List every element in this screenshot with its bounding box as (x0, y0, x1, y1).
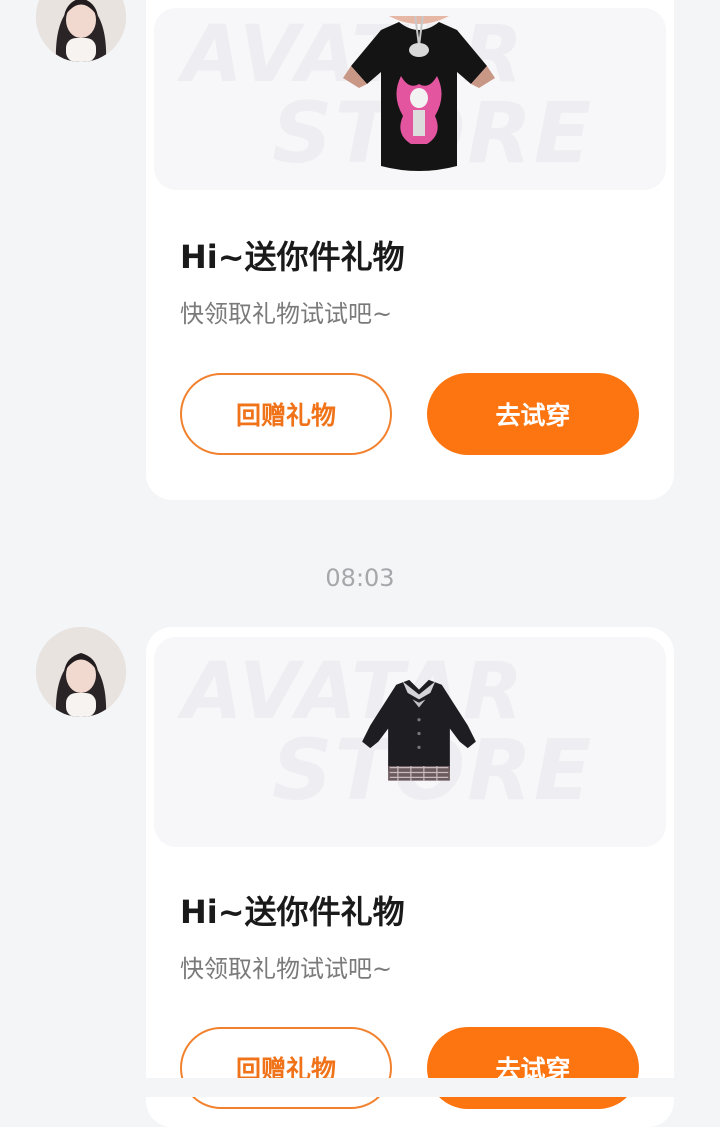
sender-avatar[interactable] (36, 0, 126, 62)
gift-message-card: AVATAR STORE Hi~送你件礼物 快领取礼物试试吧~ 回赠礼物 去试穿 (146, 0, 674, 500)
avatar-image (36, 0, 126, 62)
avatar-image (36, 627, 126, 717)
gift-subtitle: 快领取礼物试试吧~ (180, 300, 393, 328)
jacket-icon (362, 679, 476, 781)
gift-banner: AVATAR STORE (154, 8, 666, 190)
gift-subtitle: 快领取礼物试试吧~ (180, 955, 393, 983)
bottom-edge (0, 1078, 720, 1097)
try-on-button[interactable]: 去试穿 (427, 373, 639, 455)
message-timestamp: 08:03 (325, 564, 395, 592)
gift-back-button[interactable]: 回赠礼物 (180, 373, 392, 455)
sender-avatar[interactable] (36, 627, 126, 717)
gift-message-card: AVATAR STORE Hi~送你件礼物 快领取礼物试试吧~ 回赠礼物 去试穿 (146, 627, 674, 1127)
tshirt-icon (343, 16, 495, 171)
gift-title: Hi~送你件礼物 (180, 238, 405, 276)
gift-title: Hi~送你件礼物 (180, 893, 405, 931)
gift-banner: AVATAR STORE (154, 637, 666, 847)
